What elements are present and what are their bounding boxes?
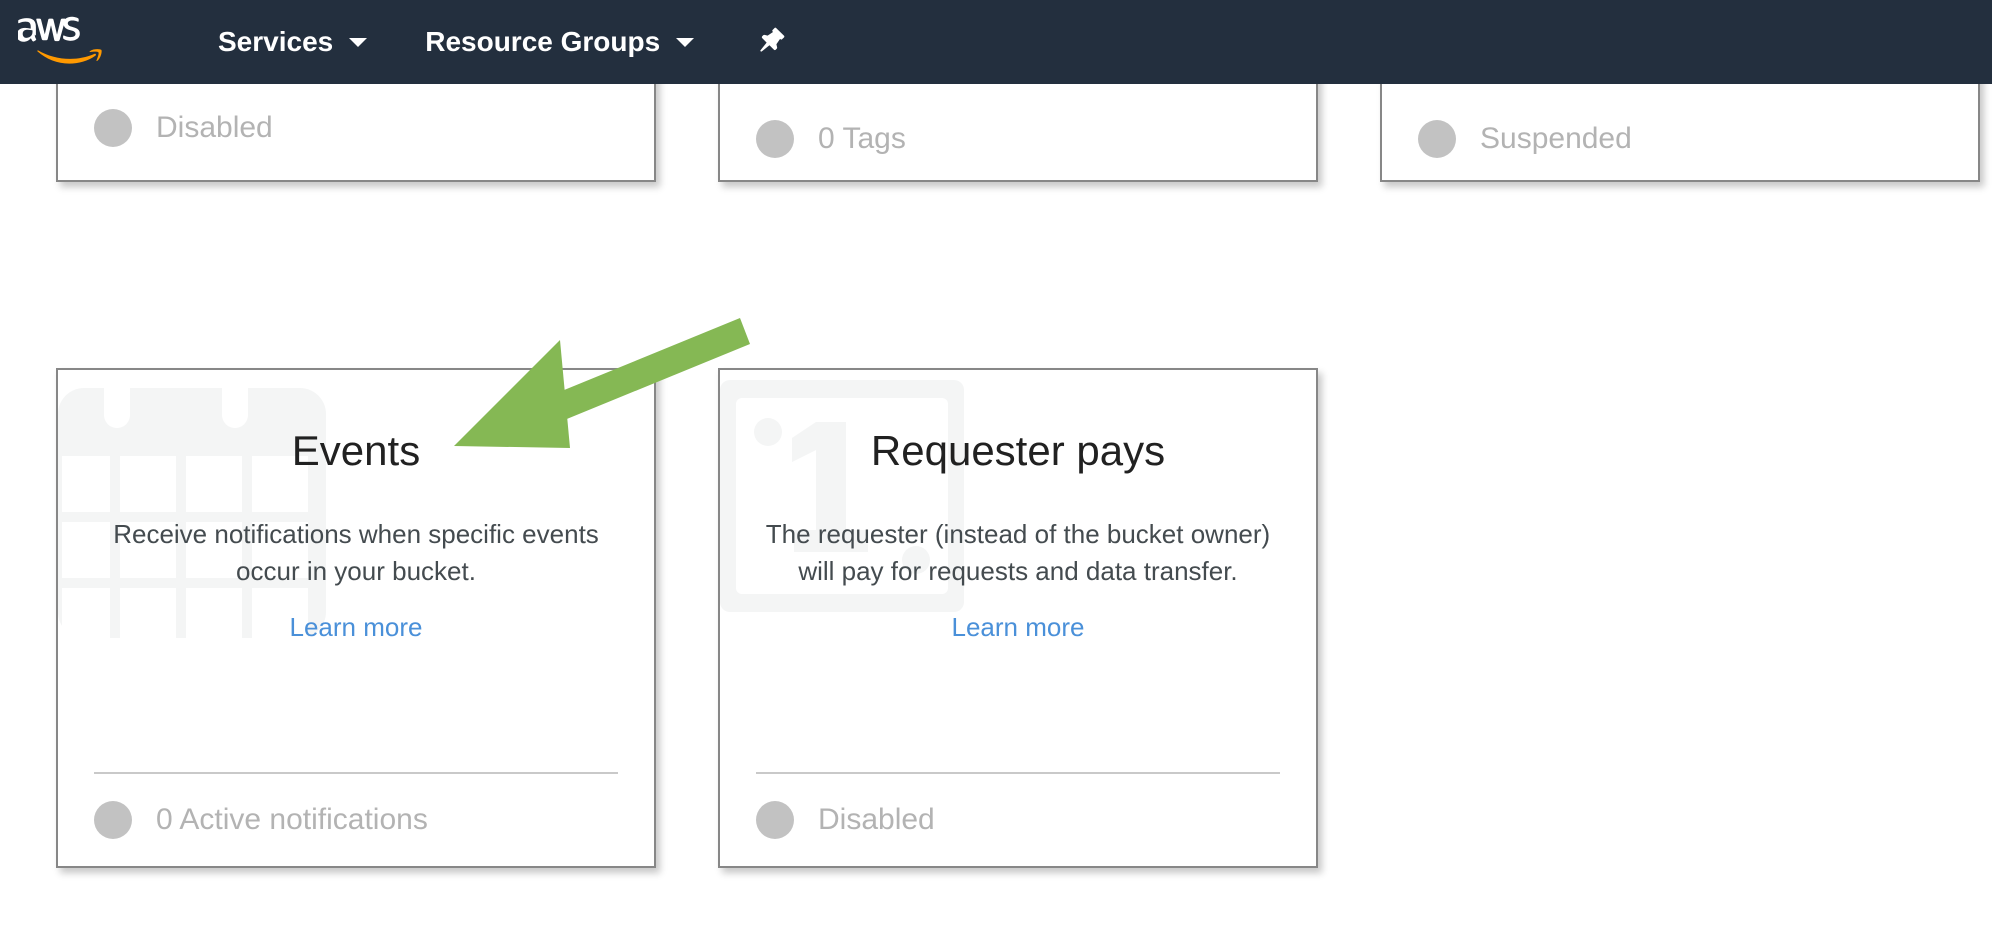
nav-services-menu[interactable]: Services: [218, 26, 367, 58]
status-dot-icon: [1418, 120, 1456, 158]
learn-more-link[interactable]: Learn more: [94, 612, 618, 643]
nav-resource-groups-label: Resource Groups: [425, 26, 660, 58]
status-label: Disabled: [818, 803, 935, 837]
card-title: Requester pays: [756, 428, 1280, 474]
property-card-requester-pays[interactable]: Requester pays The requester (instead of…: [718, 368, 1318, 868]
status-dot-icon: [94, 801, 132, 839]
chevron-down-icon: [349, 38, 367, 47]
status-label: Disabled: [156, 111, 273, 145]
aws-logo-icon[interactable]: [18, 16, 104, 68]
card-title: Events: [94, 428, 618, 474]
chevron-down-icon: [676, 38, 694, 47]
card-status: Suspended: [1418, 87, 1942, 182]
page-root: Disabled Learn more 0 Tags: [0, 0, 1992, 952]
status-dot-icon: [756, 801, 794, 839]
status-label: 0 Active notifications: [156, 803, 428, 837]
card-status: Disabled: [756, 774, 1280, 866]
learn-more-link[interactable]: Learn more: [756, 612, 1280, 643]
nav-resource-groups-menu[interactable]: Resource Groups: [425, 26, 694, 58]
property-card-events[interactable]: Events Receive notifications when specif…: [56, 368, 656, 868]
status-dot-icon: [94, 109, 132, 147]
card-description: Receive notifications when specific even…: [94, 516, 618, 590]
card-status: 0 Active notifications: [94, 774, 618, 866]
pushpin-icon: [756, 25, 790, 59]
status-label: 0 Tags: [818, 122, 906, 156]
status-dot-icon: [756, 120, 794, 158]
nav-services-label: Services: [218, 26, 333, 58]
properties-row-bottom: Events Receive notifications when specif…: [0, 368, 1992, 870]
aws-navbar: Services Resource Groups: [0, 0, 1992, 84]
card-description: The requester (instead of the bucket own…: [756, 516, 1280, 590]
card-status: 0 Tags: [756, 87, 1280, 182]
status-label: Suspended: [1480, 122, 1632, 156]
card-status: Disabled: [94, 76, 618, 180]
pin-button[interactable]: [756, 25, 790, 59]
